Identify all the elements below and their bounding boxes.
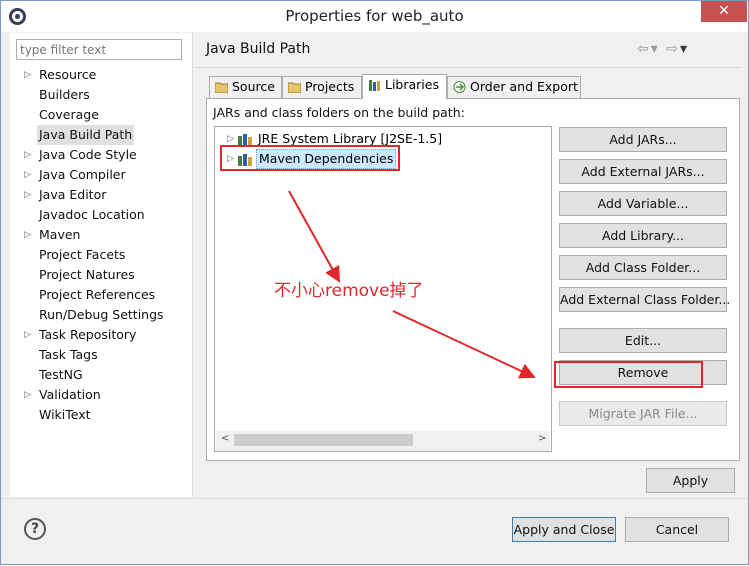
properties-dialog: Properties for web_auto ✕ ▷ResourceBuild… <box>0 0 749 565</box>
arrow-to-remove <box>392 310 536 379</box>
arrow-to-text <box>288 190 340 283</box>
annotation-arrows <box>288 190 536 379</box>
